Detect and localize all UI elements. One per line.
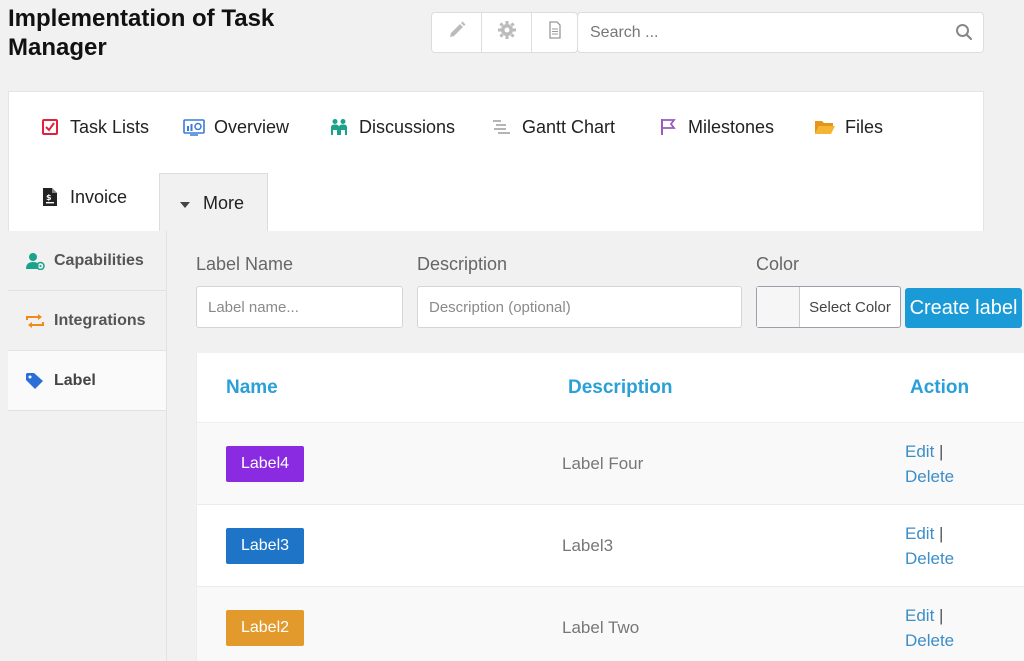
row-actions: Edit | Delete [905, 439, 954, 489]
sidebar-item-label-settings[interactable]: Label [8, 351, 166, 411]
table-row: Label3 Label3 Edit | Delete [197, 505, 1024, 587]
sidebar-item-label: Label [54, 371, 96, 389]
tab-files[interactable]: Files [814, 112, 883, 142]
column-header-action: Action [910, 377, 970, 398]
description-field-wrap [417, 286, 742, 328]
tab-label: Discussions [359, 116, 456, 137]
project-nav: Task Lists Overview Discussions Gantt Ch… [8, 91, 984, 233]
label-name-field-wrap [196, 286, 403, 328]
row-actions: Edit | Delete [905, 603, 954, 653]
tab-overview[interactable]: Overview [183, 112, 289, 142]
more-label: More [203, 193, 245, 213]
tab-more[interactable]: More [159, 173, 268, 233]
create-label-button[interactable]: Create label [905, 288, 1022, 328]
tab-discussions[interactable]: Discussions [328, 112, 455, 142]
color-picker[interactable]: Select Color [756, 286, 901, 328]
table-row: Label2 Label Two Edit | Delete [197, 587, 1024, 661]
page-title: Implementation of Task Manager [8, 5, 275, 61]
tab-task-lists[interactable]: Task Lists [39, 112, 149, 142]
table-row: Label4 Label Four Edit | Delete [197, 423, 1024, 505]
settings-button[interactable] [482, 13, 532, 52]
label-badge: Label2 [226, 610, 304, 646]
sidebar-item-label: Integrations [54, 311, 146, 329]
label-name-label: Label Name [196, 254, 294, 274]
action-separator: | [939, 606, 944, 625]
label-badge: Label4 [226, 446, 304, 482]
tab-label: Files [845, 116, 884, 137]
search-input[interactable] [578, 13, 938, 52]
document-icon [547, 21, 563, 44]
action-separator: | [939, 524, 944, 543]
discussions-icon [328, 116, 350, 138]
toolbar [431, 12, 578, 53]
tab-label: Milestones [688, 116, 775, 137]
search-icon[interactable] [955, 23, 973, 46]
label-description: Label Four [562, 454, 644, 473]
color-swatch[interactable] [757, 287, 800, 327]
delete-link[interactable]: Delete [905, 631, 954, 650]
tab-label: Task Lists [70, 116, 150, 137]
delete-link[interactable]: Delete [905, 549, 954, 568]
tag-icon [25, 372, 45, 390]
tab-label: Overview [214, 116, 290, 137]
gear-icon [497, 20, 517, 45]
column-header-name: Name [226, 377, 278, 398]
search-box [577, 12, 984, 53]
select-color-button[interactable]: Select Color [800, 287, 900, 327]
labels-table: Name Description Action Label4 Label Fou… [196, 353, 1024, 661]
color-label: Color [756, 254, 800, 274]
description-input[interactable] [418, 287, 741, 327]
folder-icon [814, 116, 836, 138]
sidebar-item-label: Capabilities [54, 251, 144, 269]
tab-invoice[interactable]: $ Invoice [39, 182, 127, 212]
label-settings-panel: Label Name Description Color Select Colo… [167, 231, 1024, 661]
label-description: Label3 [562, 536, 614, 555]
sidebar-item-capabilities[interactable]: Capabilities [8, 231, 166, 291]
edit-link[interactable]: Edit [905, 442, 934, 461]
edit-link[interactable]: Edit [905, 524, 934, 543]
edit-button[interactable] [432, 13, 482, 52]
gantt-icon [491, 116, 513, 138]
label-badge: Label3 [226, 528, 304, 564]
label-name-input[interactable] [197, 287, 402, 327]
tab-label: Invoice [70, 186, 128, 207]
edit-link[interactable]: Edit [905, 606, 934, 625]
tab-label: Gantt Chart [522, 116, 616, 137]
milestone-flag-icon [657, 116, 679, 138]
sidebar-item-integrations[interactable]: Integrations [8, 291, 166, 351]
tab-milestones[interactable]: Milestones [657, 112, 774, 142]
tab-gantt-chart[interactable]: Gantt Chart [491, 112, 615, 142]
label-description: Label Two [562, 618, 640, 637]
integrations-icon [25, 312, 45, 330]
caret-down-icon [179, 193, 191, 214]
table-header: Name Description Action [197, 353, 1024, 423]
action-separator: | [939, 442, 944, 461]
settings-sidebar: Capabilities Integrations Label [8, 231, 167, 661]
description-label: Description [417, 254, 508, 274]
pencil-icon [447, 20, 467, 45]
task-list-icon [39, 116, 61, 138]
document-button[interactable] [532, 13, 577, 52]
svg-text:$: $ [46, 193, 52, 202]
overview-icon [183, 116, 205, 138]
invoice-icon: $ [39, 186, 61, 208]
delete-link[interactable]: Delete [905, 467, 954, 486]
capabilities-icon [25, 252, 45, 270]
row-actions: Edit | Delete [905, 521, 954, 571]
column-header-description: Description [568, 377, 673, 398]
